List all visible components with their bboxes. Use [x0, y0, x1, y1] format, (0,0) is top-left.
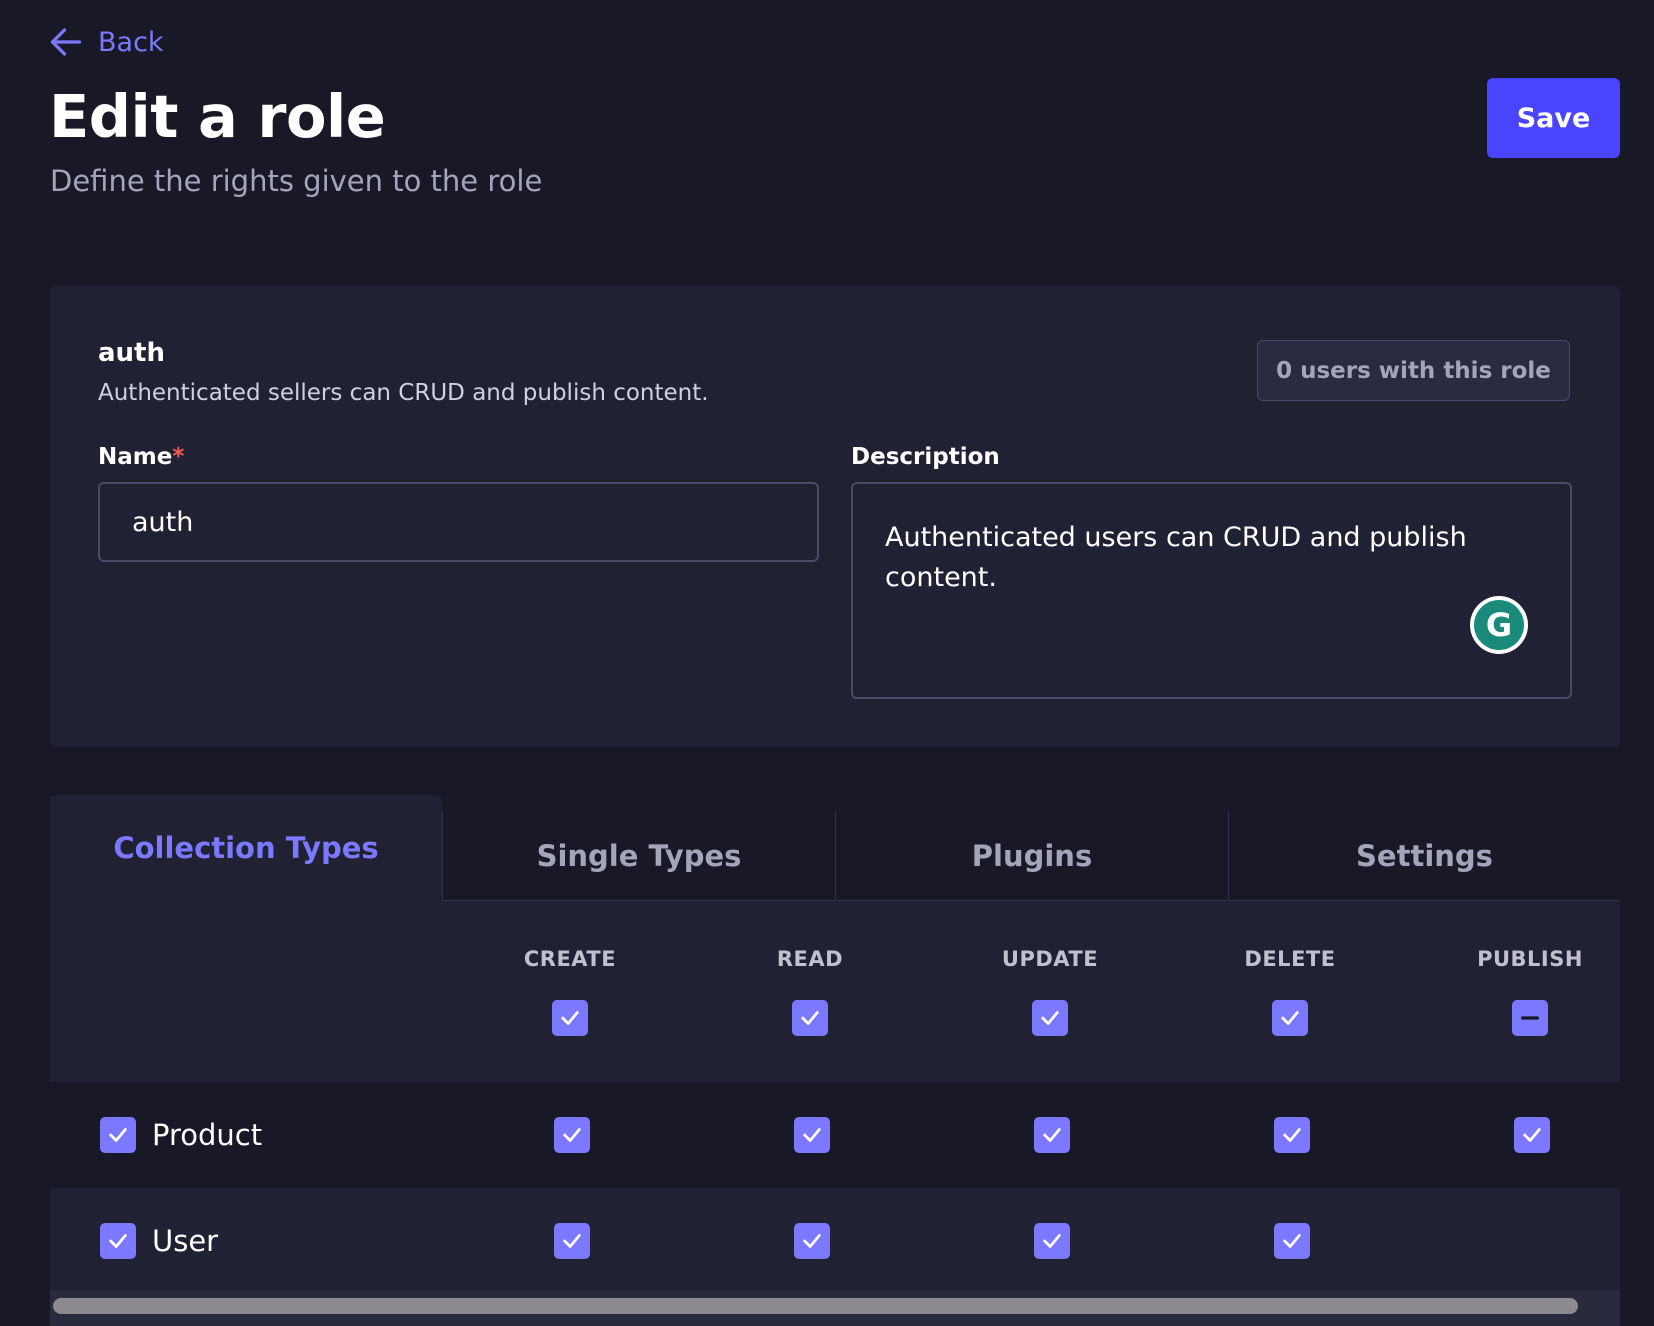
- page-subtitle: Define the rights given to the role: [50, 164, 543, 198]
- select-all-read-checkbox[interactable]: [792, 1000, 828, 1036]
- column-header-update: UPDATE: [1001, 947, 1099, 971]
- check-icon: [561, 1011, 579, 1025]
- tab-single-types[interactable]: Single Types: [442, 811, 835, 901]
- tab-collection-types[interactable]: Collection Types: [50, 795, 442, 901]
- grammarly-g-icon: G: [1474, 600, 1524, 650]
- product-create-checkbox[interactable]: [554, 1117, 590, 1153]
- name-field-label: Name*: [98, 444, 184, 470]
- column-header-create: CREATE: [523, 947, 617, 971]
- check-icon: [803, 1128, 821, 1142]
- product-delete-checkbox[interactable]: [1274, 1117, 1310, 1153]
- back-link[interactable]: Back: [48, 24, 164, 60]
- check-icon: [1281, 1011, 1299, 1025]
- table-row-product: Product: [50, 1082, 1620, 1188]
- check-icon: [1041, 1011, 1059, 1025]
- description-field-label: Description: [851, 444, 1000, 470]
- column-header-delete: DELETE: [1244, 947, 1336, 971]
- check-icon: [109, 1234, 127, 1248]
- minus-icon: [1521, 1016, 1539, 1020]
- check-icon: [1043, 1234, 1061, 1248]
- tab-plugins[interactable]: Plugins: [835, 811, 1228, 901]
- user-read-checkbox[interactable]: [794, 1223, 830, 1259]
- product-update-checkbox[interactable]: [1034, 1117, 1070, 1153]
- horizontal-scrollbar[interactable]: [50, 1290, 1620, 1326]
- required-asterisk: *: [172, 444, 185, 470]
- role-name-heading: auth: [98, 338, 165, 368]
- select-all-delete-checkbox[interactable]: [1272, 1000, 1308, 1036]
- table-row-user: User: [50, 1188, 1620, 1294]
- check-icon: [1283, 1234, 1301, 1248]
- row-select-product-checkbox[interactable]: [100, 1117, 136, 1153]
- check-icon: [563, 1128, 581, 1142]
- permissions-panel: Collection Types Single Types Plugins Se…: [50, 795, 1620, 1326]
- users-count-badge[interactable]: 0 users with this role: [1257, 340, 1570, 401]
- product-read-checkbox[interactable]: [794, 1117, 830, 1153]
- name-label-text: Name: [98, 444, 173, 470]
- grammarly-icon[interactable]: G: [1470, 596, 1528, 654]
- check-icon: [1043, 1128, 1061, 1142]
- user-create-checkbox[interactable]: [554, 1223, 590, 1259]
- row-label-user: User: [152, 1224, 219, 1258]
- role-description-text: Authenticated sellers can CRUD and publi…: [98, 380, 709, 406]
- save-button[interactable]: Save: [1487, 78, 1620, 158]
- check-icon: [1283, 1128, 1301, 1142]
- role-details-card: auth Authenticated sellers can CRUD and …: [50, 286, 1620, 747]
- row-label-product: Product: [152, 1118, 263, 1152]
- check-icon: [803, 1234, 821, 1248]
- row-select-user-checkbox[interactable]: [100, 1223, 136, 1259]
- column-header-read: READ: [776, 947, 844, 971]
- product-publish-checkbox[interactable]: [1514, 1117, 1550, 1153]
- select-all-create-checkbox[interactable]: [552, 1000, 588, 1036]
- column-header-publish: PUBLISH: [1477, 947, 1583, 971]
- permission-tabs: Collection Types Single Types Plugins Se…: [50, 795, 1620, 901]
- tab-settings[interactable]: Settings: [1228, 811, 1620, 901]
- name-input[interactable]: [98, 482, 819, 562]
- description-textarea[interactable]: Authenticated users can CRUD and publish…: [851, 482, 1572, 699]
- check-icon: [109, 1128, 127, 1142]
- arrow-left-icon: [50, 28, 82, 56]
- back-label: Back: [98, 26, 164, 58]
- user-update-checkbox[interactable]: [1034, 1223, 1070, 1259]
- scrollbar-thumb[interactable]: [53, 1298, 1578, 1314]
- permissions-table: CREATE READ UPDATE DELETE PUBLISH Produc…: [50, 901, 1620, 1296]
- user-delete-checkbox[interactable]: [1274, 1223, 1310, 1259]
- check-icon: [563, 1234, 581, 1248]
- select-all-publish-checkbox[interactable]: [1512, 1000, 1548, 1036]
- select-all-update-checkbox[interactable]: [1032, 1000, 1068, 1036]
- check-icon: [801, 1011, 819, 1025]
- page-title: Edit a role: [49, 82, 386, 151]
- check-icon: [1523, 1128, 1541, 1142]
